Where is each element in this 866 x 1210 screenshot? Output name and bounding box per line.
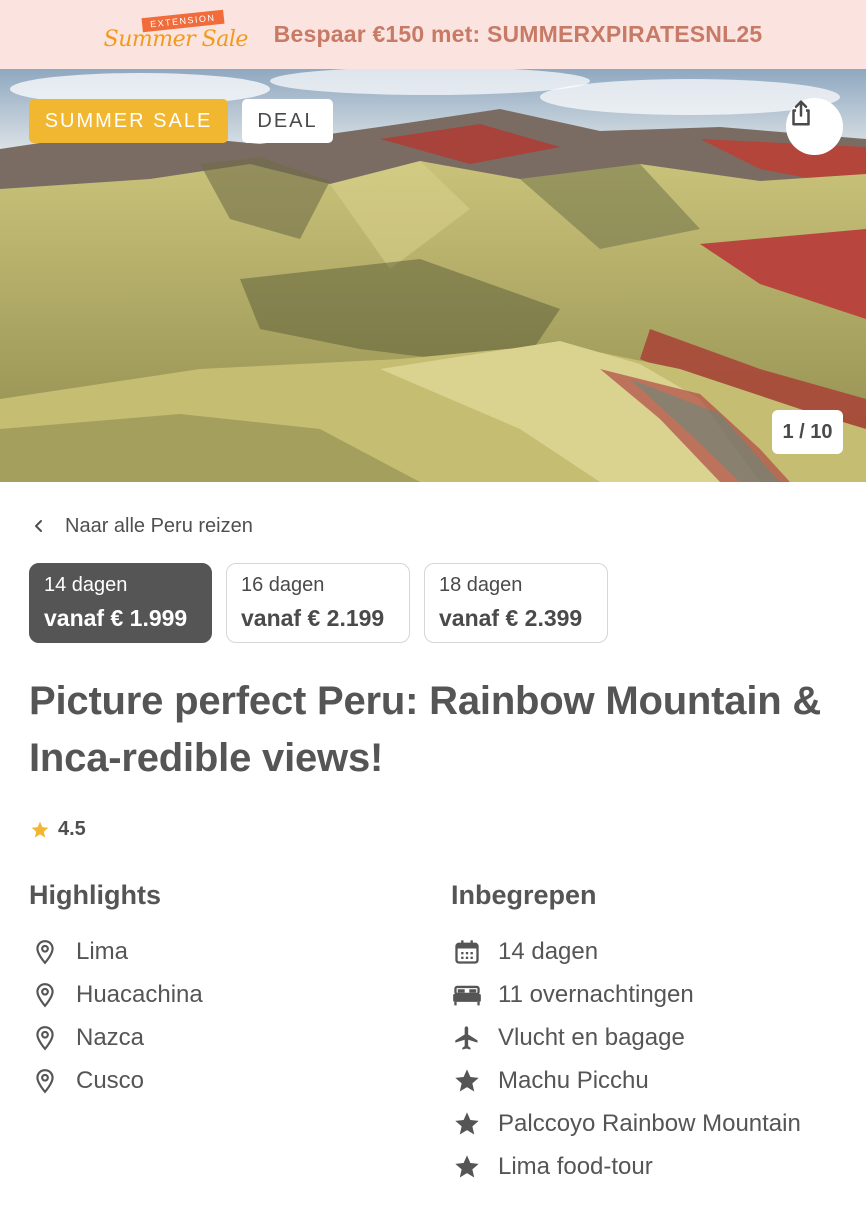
- back-link-label: Naar alle Peru reizen: [65, 514, 253, 537]
- included-heading: Inbegrepen: [451, 880, 597, 910]
- included-item: 14 dagen: [451, 930, 801, 973]
- summer-sale-logo: EXTENSION Summer Sale: [103, 9, 252, 56]
- included-label: Vlucht en bagage: [498, 1023, 685, 1051]
- location-pin-icon: [29, 1065, 61, 1097]
- included-item: Vlucht en bagage: [451, 1016, 801, 1059]
- calendar-icon: [451, 936, 483, 968]
- share-button[interactable]: [786, 98, 843, 155]
- promo-code-text: Bespaar €150 met: SUMMERXPIRATESNL25: [273, 21, 763, 47]
- location-pin-icon: [29, 936, 61, 968]
- star-icon: [451, 1151, 483, 1183]
- included-label: Lima food-tour: [498, 1152, 653, 1180]
- highlight-label: Lima: [76, 937, 129, 965]
- duration-price: vanaf € 2.399: [439, 605, 583, 631]
- highlight-item: Cusco: [29, 1059, 203, 1102]
- duration-days: 16 dagen: [241, 574, 325, 596]
- duration-option-14[interactable]: 14 dagen vanaf € 1.999: [29, 563, 212, 643]
- highlight-label: Cusco: [76, 1066, 145, 1094]
- included-item: Lima food-tour: [451, 1145, 801, 1188]
- duration-options: 14 dagen vanaf € 1.999 16 dagen vanaf € …: [29, 563, 608, 643]
- duration-price: vanaf € 1.999: [44, 605, 188, 631]
- location-pin-icon: [29, 979, 61, 1011]
- rating-value: 4.5: [58, 818, 86, 840]
- image-counter: 1 / 10: [772, 410, 843, 454]
- airplane-icon: [451, 1022, 483, 1054]
- duration-days: 14 dagen: [44, 574, 128, 596]
- highlights-section: Highlights Lima Huacachina Nazca Cusco: [29, 876, 203, 1102]
- logo-script: Summer Sale: [103, 26, 249, 52]
- chevron-left-icon: [29, 519, 49, 533]
- star-icon: [31, 821, 49, 837]
- included-label: 14 dagen: [498, 937, 599, 965]
- included-label: Machu Picchu: [498, 1066, 649, 1094]
- included-label: Palccoyo Rainbow Mountain: [498, 1109, 801, 1137]
- highlight-item: Lima: [29, 930, 203, 973]
- promo-banner[interactable]: EXTENSION Summer Sale Bespaar €150 met: …: [0, 0, 866, 69]
- included-item: 11 overnachtingen: [451, 973, 801, 1016]
- location-pin-icon: [29, 1022, 61, 1054]
- summer-sale-badge: SUMMER SALE: [29, 99, 228, 143]
- included-item: Machu Picchu: [451, 1059, 801, 1102]
- highlight-item: Nazca: [29, 1016, 203, 1059]
- included-item: Palccoyo Rainbow Mountain: [451, 1102, 801, 1145]
- star-icon: [451, 1065, 483, 1097]
- bed-icon: [451, 979, 483, 1011]
- duration-option-16[interactable]: 16 dagen vanaf € 2.199: [226, 563, 410, 643]
- highlight-item: Huacachina: [29, 973, 203, 1016]
- duration-days: 18 dagen: [439, 574, 523, 596]
- hero-image[interactable]: SUMMER SALE DEAL 1 / 10: [0, 69, 866, 482]
- rating: 4.5: [30, 818, 86, 841]
- highlight-label: Huacachina: [76, 980, 203, 1008]
- highlights-heading: Highlights: [29, 880, 161, 910]
- included-section: Inbegrepen 14 dagen 11 overnachtingen Vl…: [451, 876, 801, 1188]
- back-to-peru-link[interactable]: Naar alle Peru reizen: [29, 512, 253, 540]
- highlight-label: Nazca: [76, 1023, 145, 1051]
- page-title: Picture perfect Peru: Rainbow Mountain &…: [29, 679, 822, 780]
- duration-option-18[interactable]: 18 dagen vanaf € 2.399: [424, 563, 608, 643]
- star-icon: [451, 1108, 483, 1140]
- duration-price: vanaf € 2.199: [241, 605, 385, 631]
- share-icon: [792, 100, 810, 126]
- deal-badge: DEAL: [242, 99, 333, 143]
- included-label: 11 overnachtingen: [498, 980, 694, 1008]
